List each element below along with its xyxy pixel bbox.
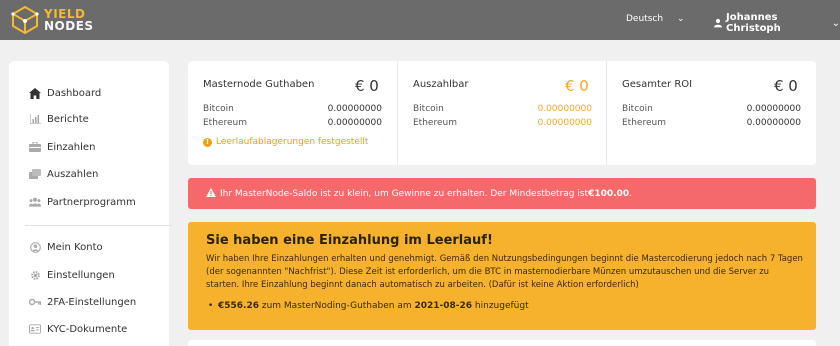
sidebar-item-label: Auszahlen bbox=[47, 168, 99, 180]
deposit-date: 2021-08-26 bbox=[414, 301, 473, 311]
stat-row-value: 0.00000000 bbox=[746, 118, 801, 128]
idle-deposit-alert: Sie haben eine Einzahlung im Leerlauf! W… bbox=[188, 222, 816, 330]
sidebar-item-auszahlen[interactable]: Auszahlen bbox=[29, 166, 98, 182]
stat-title: Auszahlbar bbox=[413, 79, 469, 90]
stat-amount: € 0 bbox=[355, 77, 379, 95]
stat-row-label: Bitcoin bbox=[622, 104, 653, 114]
sidebar-item-2fa-einstellungen[interactable]: 2FA-Einstellungen bbox=[29, 294, 136, 310]
stat-row-label: Ethereum bbox=[622, 118, 666, 128]
idle-deposit-body: Wir haben Ihre Einzahlungen erhalten und… bbox=[206, 254, 803, 290]
withdraw-icon bbox=[29, 168, 41, 180]
deposit-item-text: zum MasterNoding-Guthaben am bbox=[259, 301, 415, 311]
balance-stats-card: Masternode Guthaben € 0 Bitcoin 0.000000… bbox=[188, 61, 816, 165]
idle-deposit-heading: Sie haben eine Einzahlung im Leerlauf! bbox=[206, 233, 493, 248]
language-label: Deutsch bbox=[626, 14, 664, 24]
low-balance-alert: Ihr MasterNode-Saldo ist zu klein, um Ge… bbox=[188, 178, 816, 209]
idle-deposits-notice-text: Leerlaufablagerungen festgestellt bbox=[216, 137, 369, 147]
sidebar-item-einstellungen[interactable]: Einstellungen bbox=[29, 267, 115, 283]
chevron-down-icon: ⌄ bbox=[677, 14, 685, 24]
logo[interactable]: YIELD NODES bbox=[10, 4, 94, 36]
sidebar-item-berichte[interactable]: Berichte bbox=[29, 111, 89, 127]
language-selector[interactable]: Deutsch ⌄ bbox=[626, 14, 685, 24]
sidebar-item-einzahlen[interactable]: Einzahlen bbox=[29, 139, 95, 155]
deposit-amount: €556.26 bbox=[218, 301, 259, 311]
warning-icon bbox=[206, 187, 216, 200]
users-icon bbox=[29, 196, 41, 208]
stat-title: Gesamter ROI bbox=[622, 79, 693, 90]
user-icon bbox=[714, 18, 723, 28]
sidebar-item-kyc-dokumente[interactable]: KYC-Dokumente bbox=[29, 321, 127, 337]
sidebar-item-label: KYC-Dokumente bbox=[47, 323, 128, 335]
sidebar-item-label: Mein Konto bbox=[47, 241, 103, 253]
idle-deposit-list-item: €556.26 zum MasterNoding-Guthaben am 202… bbox=[208, 301, 529, 311]
sidebar-item-label: Einzahlen bbox=[47, 141, 96, 153]
stat-row-value: 0.00000000 bbox=[327, 104, 382, 114]
stat-amount: € 0 bbox=[565, 77, 589, 95]
stat-amount: € 0 bbox=[774, 77, 798, 95]
user-name: Johannes Christoph bbox=[726, 12, 781, 34]
stat-row-label: Ethereum bbox=[413, 118, 457, 128]
chart-icon bbox=[29, 113, 41, 125]
low-balance-alert-text: Ihr MasterNode-Saldo ist zu klein, um Ge… bbox=[220, 188, 589, 199]
home-icon bbox=[29, 87, 41, 99]
top-navbar: YIELD NODES Deutsch ⌄ Johannes Christoph ⌄ bbox=[0, 0, 840, 40]
stat-row-label: Bitcoin bbox=[413, 104, 444, 114]
gear-icon bbox=[29, 269, 41, 281]
deposit-item-end: hinzugefügt bbox=[472, 301, 529, 311]
user-menu[interactable]: Johannes Christoph ⌄ bbox=[714, 12, 840, 34]
sidebar: Dashboard Berichte Einzahlen Auszahlen P… bbox=[9, 61, 172, 346]
stat-row-label: Ethereum bbox=[203, 118, 247, 128]
stat-title: Masternode Guthaben bbox=[203, 79, 315, 90]
low-balance-alert-end: . bbox=[629, 188, 632, 199]
sidebar-item-mein-konto[interactable]: Mein Konto bbox=[29, 239, 103, 255]
stat-row-value: 0.00000000 bbox=[746, 104, 801, 114]
sidebar-item-dashboard[interactable]: Dashboard bbox=[29, 85, 101, 101]
id-card-icon bbox=[29, 323, 41, 335]
sidebar-divider bbox=[25, 225, 172, 226]
chevron-down-icon: ⌄ bbox=[831, 17, 840, 29]
sidebar-item-label: Berichte bbox=[47, 113, 89, 125]
stat-auszahlbar: Auszahlbar € 0 Bitcoin 0.00000000 Ethere… bbox=[397, 61, 606, 165]
logo-cube-icon bbox=[11, 5, 39, 35]
stat-row-value: 0.00000000 bbox=[327, 118, 382, 128]
sidebar-item-label: Einstellungen bbox=[47, 269, 115, 281]
sidebar-item-label: 2FA-Einstellungen bbox=[47, 296, 137, 308]
key-icon bbox=[29, 296, 41, 308]
stat-row-value: 0.00000000 bbox=[537, 104, 592, 114]
minimum-amount: €100.00 bbox=[588, 188, 630, 199]
stat-masternode-guthaben: Masternode Guthaben € 0 Bitcoin 0.000000… bbox=[188, 61, 397, 165]
info-icon: ! bbox=[203, 137, 212, 147]
stat-row-label: Bitcoin bbox=[203, 104, 234, 114]
stat-gesamter-roi: Gesamter ROI € 0 Bitcoin 0.00000000 Ethe… bbox=[606, 61, 816, 165]
stat-row-value: 0.00000000 bbox=[537, 118, 592, 128]
deposit-icon bbox=[29, 141, 41, 153]
sidebar-item-label: Partnerprogramm bbox=[47, 196, 136, 208]
idle-deposits-notice[interactable]: ! Leerlaufablagerungen festgestellt bbox=[203, 137, 368, 147]
user-circle-icon bbox=[29, 241, 41, 253]
content-card bbox=[188, 340, 816, 346]
sidebar-item-label: Dashboard bbox=[47, 87, 102, 99]
sidebar-item-partnerprogramm[interactable]: Partnerprogramm bbox=[29, 194, 136, 210]
logo-text-line2: NODES bbox=[44, 19, 94, 33]
